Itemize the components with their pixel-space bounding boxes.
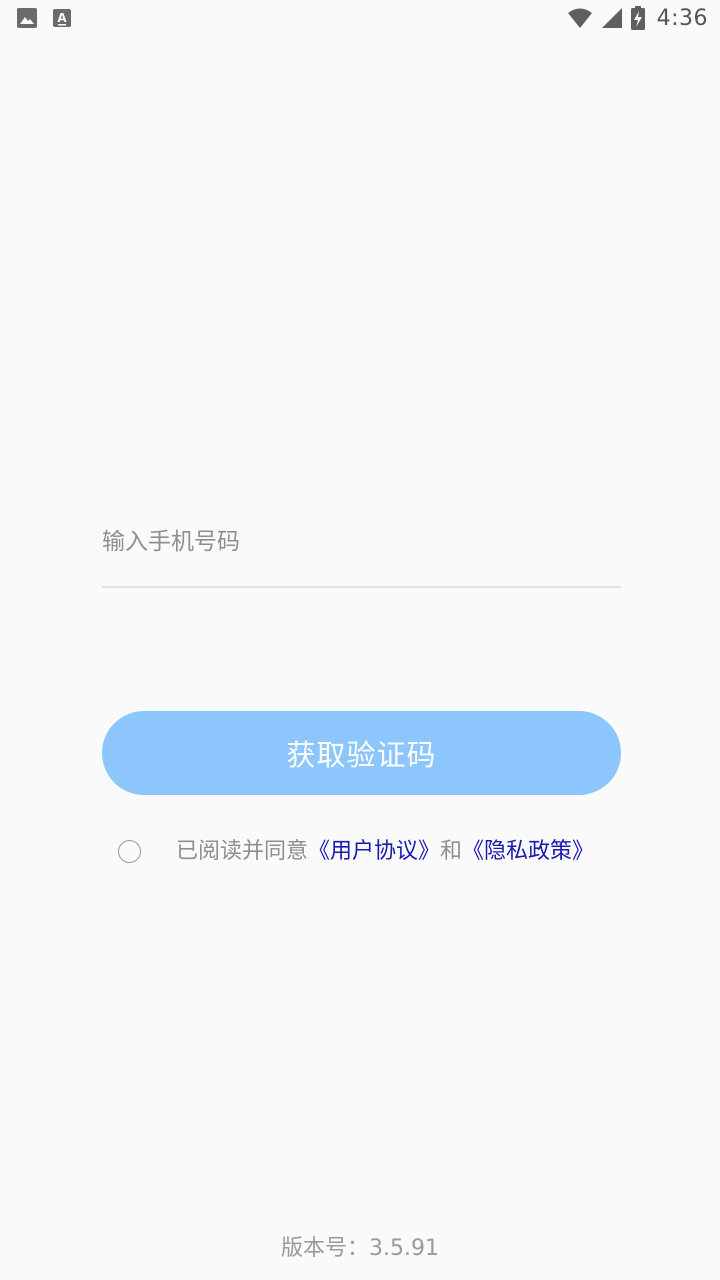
svg-text:A: A bbox=[57, 11, 67, 25]
version-label: 版本号：3.5.91 bbox=[281, 1236, 439, 1261]
agreement-conjunction: 和 bbox=[440, 839, 463, 864]
status-right: 4:36 bbox=[567, 6, 708, 31]
battery-charging-icon bbox=[630, 6, 645, 30]
agreement-checkbox[interactable] bbox=[118, 840, 141, 863]
status-bar: A 4:36 bbox=[0, 0, 720, 36]
login-screen: A 4:36 输入手机号码 获取验证码 已阅读并同意《用户协议》和《隐私政策》 … bbox=[0, 0, 720, 1280]
get-verification-code-button[interactable]: 获取验证码 bbox=[102, 711, 621, 795]
user-agreement-link[interactable]: 《用户协议》 bbox=[308, 839, 440, 864]
phone-input[interactable] bbox=[102, 518, 621, 566]
cell-signal-icon bbox=[601, 7, 623, 29]
image-icon bbox=[16, 7, 38, 29]
text-a-icon: A bbox=[52, 8, 72, 28]
agreement-prefix: 已阅读并同意 bbox=[176, 839, 309, 864]
privacy-policy-link[interactable]: 《隐私政策》 bbox=[462, 839, 594, 864]
status-time: 4:36 bbox=[656, 5, 708, 31]
phone-input-container bbox=[102, 518, 621, 588]
status-left: A bbox=[16, 7, 72, 29]
wifi-icon bbox=[567, 7, 593, 29]
agreement-text: 已阅读并同意《用户协议》和《隐私政策》 bbox=[176, 836, 594, 868]
